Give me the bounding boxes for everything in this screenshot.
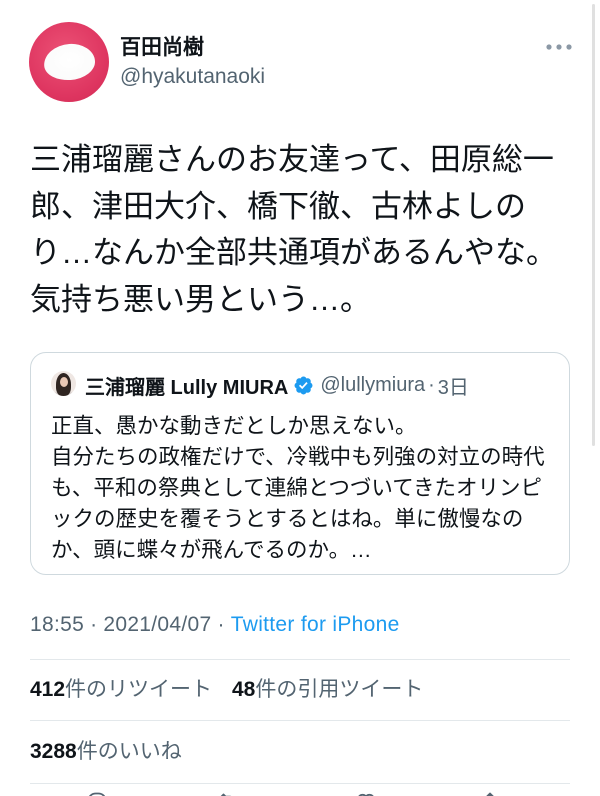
tweet-time: 18:55 xyxy=(30,613,85,636)
more-dots-icon xyxy=(546,44,572,50)
retweets-count: 412 xyxy=(30,678,66,701)
more-dot xyxy=(556,44,562,50)
header-separator: · xyxy=(428,373,435,396)
author-avatar[interactable] xyxy=(29,22,109,102)
quote-tweets-label: 件の引用ツイート xyxy=(255,678,424,701)
divider xyxy=(30,659,570,660)
meta-separator: · xyxy=(90,613,98,636)
tweet-text: 三浦瑠麗さんのお友達って、田原総一 郎、津田大介、橋下徹、古林よしの り…なんか… xyxy=(30,137,557,324)
avatar-face-shape xyxy=(59,377,68,387)
share-button[interactable] xyxy=(478,790,502,796)
tweet-date: 2021/04/07 xyxy=(103,613,212,636)
quoted-tweet-card[interactable]: 三浦瑠麗 Lully MIURA @lullymiura · 3日 正直、愚かな… xyxy=(30,352,570,575)
likes-label: 件のいいね xyxy=(76,740,182,763)
quoted-text-line: ックの歴史を覆そうとするとはね。単に傲慢なの xyxy=(51,507,524,531)
more-options-button[interactable] xyxy=(545,41,573,53)
quoted-text-line: も、平和の祭典として連綿とつづいてきたオリンピ xyxy=(51,476,543,500)
like-icon xyxy=(358,793,374,796)
retweet-button[interactable] xyxy=(216,790,240,796)
retweets-label: 件のリツイート xyxy=(65,678,213,701)
quoted-tweet-header: 三浦瑠麗 Lully MIURA @lullymiura · 3日 xyxy=(85,372,469,399)
likes-stat[interactable]: 3288件のいいね xyxy=(30,739,182,765)
avatar-oval-shape xyxy=(42,42,97,82)
quoted-author-name: 三浦瑠麗 Lully MIURA xyxy=(85,376,289,399)
reply-button[interactable] xyxy=(85,790,109,796)
like-button[interactable] xyxy=(354,790,378,796)
quote-tweets-stat[interactable]: 48件の引用ツイート xyxy=(232,677,423,703)
tweet-text-line: 郎、津田大介、橋下徹、古林よしの xyxy=(30,188,526,224)
scroll-indicator[interactable] xyxy=(592,4,595,446)
tweet-action-bar xyxy=(0,786,600,796)
verified-badge-shape xyxy=(294,376,313,394)
more-dot xyxy=(566,44,572,50)
meta-separator: · xyxy=(217,613,225,636)
tweet-text-line: 三浦瑠麗さんのお友達って、田原総一 xyxy=(30,142,554,177)
quote-tweets-count: 48 xyxy=(232,678,256,701)
quoted-text-line: 自分たちの政権だけで、冷戦中も列強の対立の時代 xyxy=(51,445,545,469)
author-name[interactable]: 百田尚樹 xyxy=(120,35,204,61)
tweet-text-line: 気持ち悪い男という…。 xyxy=(30,282,371,318)
retweet-icon xyxy=(220,793,232,796)
quoted-author-avatar xyxy=(51,371,76,396)
author-handle[interactable]: @hyakutanaoki xyxy=(120,64,265,90)
tweet-text-line: り…なんか全部共通項があるんやな。 xyxy=(30,235,557,271)
quoted-tweet-text: 正直、愚かな動きだとしか思えない。 自分たちの政権だけで、冷戦中も列強の対立の時… xyxy=(51,411,545,566)
quoted-text-line: 正直、愚かな動きだとしか思えない。 xyxy=(51,414,417,438)
tweet-meta: 18:55 · 2021/04/07 · Twitter for iPhone xyxy=(30,611,400,639)
divider xyxy=(30,783,570,784)
share-icon xyxy=(486,792,494,796)
retweets-stat[interactable]: 412件のリツイート xyxy=(30,677,212,703)
divider xyxy=(30,720,570,721)
reply-icon xyxy=(89,792,106,796)
verified-badge-icon xyxy=(294,376,313,394)
tweet-source-link[interactable]: Twitter for iPhone xyxy=(231,613,400,636)
likes-count: 3288 xyxy=(30,740,77,763)
quoted-text-line: か、頭に蝶々が飛んでるのか。… xyxy=(51,538,372,562)
quoted-time-ago: 3日 xyxy=(437,376,469,399)
quoted-author-handle: @lullymiura xyxy=(320,373,426,396)
more-dot xyxy=(546,44,552,50)
